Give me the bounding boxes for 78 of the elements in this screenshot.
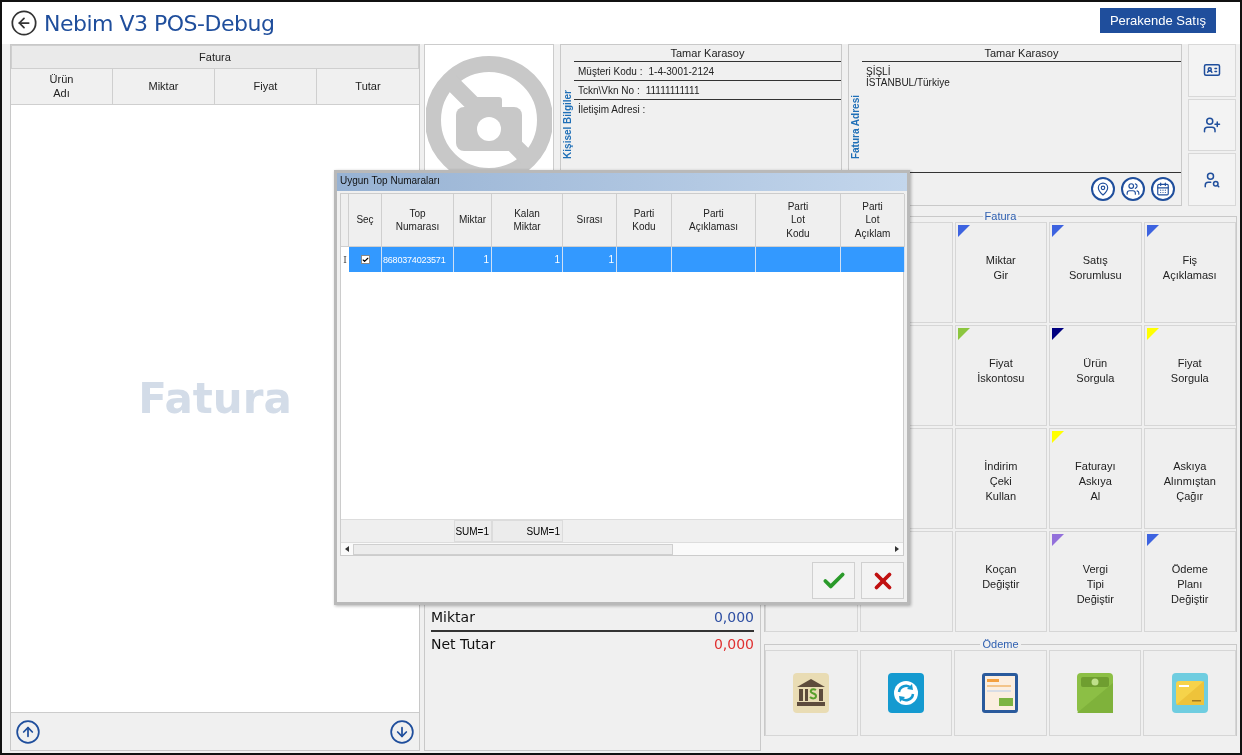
total-label: Miktar	[431, 609, 475, 625]
window-title: Nebim V3 POS-Debug	[44, 10, 276, 36]
column-header: Sırası	[563, 194, 617, 247]
scroll-down-icon[interactable]	[389, 718, 415, 745]
column-header: Kalan Miktar	[492, 194, 563, 247]
scroll-up-icon[interactable]	[15, 718, 41, 745]
column-header: Seç	[349, 194, 382, 247]
table-cell	[841, 247, 905, 272]
address-line: ŞİŞLİ	[865, 66, 891, 77]
scroll-left-icon[interactable]	[345, 546, 349, 552]
mode-button[interactable]: Perakende Satış	[1099, 7, 1216, 33]
action-button[interactable]: Fiş Açıklaması	[1143, 222, 1236, 323]
action-button[interactable]: Satış Sorumlusu	[1049, 222, 1142, 323]
column-header: Miktar	[113, 69, 215, 104]
payment-button[interactable]	[954, 650, 1047, 736]
contact-card-icon[interactable]	[1188, 44, 1236, 97]
column-header: Top Numarası	[382, 194, 454, 247]
total-value: 0,000	[713, 609, 754, 625]
action-button[interactable]: Faturayı Askıya Al	[1049, 428, 1142, 529]
column-header: Parti Lot Kodu	[756, 194, 841, 247]
column-header: Parti Açıklaması	[672, 194, 756, 247]
section-label: Kişisel Bilgiler	[561, 90, 574, 159]
address-line: İSTANBUL/Türkiye	[865, 77, 951, 88]
dialog-title: Uygun Top Numaraları	[337, 173, 907, 191]
bank-icon	[793, 673, 830, 713]
back-icon[interactable]	[10, 9, 38, 37]
cancel-button[interactable]	[861, 562, 904, 599]
field-value: 11111111111	[645, 85, 700, 96]
search-user-icon[interactable]	[1188, 153, 1236, 206]
field-label: Tckn\Vkn No :	[578, 85, 640, 96]
voucher-icon	[1171, 673, 1208, 713]
table-title: Fatura	[11, 45, 419, 69]
scrollbar[interactable]	[341, 542, 903, 555]
users-icon[interactable]	[1121, 177, 1145, 201]
column-header: Fiyat	[215, 69, 317, 104]
scroll-right-icon[interactable]	[895, 546, 899, 552]
table-cell: 1	[563, 247, 617, 272]
summary-cell: SUM=1	[454, 520, 492, 542]
total-value: 0,000	[713, 636, 754, 652]
customer-name: Tamar Karasoy	[574, 45, 841, 62]
confirm-button[interactable]	[812, 562, 855, 599]
column-header: Ürün Adı	[11, 69, 113, 104]
total-label: Net Tutar	[431, 636, 496, 652]
scrollbar-thumb[interactable]	[353, 543, 673, 555]
table-cell: 1	[492, 247, 563, 272]
action-button[interactable]: Koçan Değiştir	[954, 531, 1048, 632]
action-button[interactable]: Askıya Alınmıştan Çağır	[1143, 428, 1236, 529]
exchange-icon	[887, 673, 924, 713]
action-button[interactable]: Vergi Tipi Değiştir	[1049, 531, 1142, 632]
customer-name: Tamar Karasoy	[862, 45, 1181, 62]
group-title: Fatura	[983, 210, 1018, 222]
column-header: Tutar	[354, 78, 382, 94]
action-button[interactable]: Ödeme Planı Değiştir	[1143, 531, 1236, 632]
section-label: Fatura Adresi	[849, 94, 862, 159]
field-value: 1-4-3001-2124	[648, 66, 715, 77]
cash-icon	[1077, 673, 1114, 713]
column-header: Miktar	[454, 194, 492, 247]
group-title: Ödeme	[981, 638, 1020, 650]
calendar-icon[interactable]	[1151, 177, 1175, 201]
action-button[interactable]: Fiyat Sorgula	[1143, 325, 1236, 426]
checkbox[interactable]	[360, 255, 370, 264]
action-button[interactable]: Fiyat İskontosu	[954, 325, 1048, 426]
notes-icon	[982, 673, 1019, 713]
summary-cell: SUM=1	[492, 520, 563, 542]
table-cell: 8680374023571	[382, 247, 454, 272]
add-user-icon[interactable]	[1188, 98, 1236, 152]
payment-button[interactable]	[859, 650, 953, 736]
column-header: Parti Kodu	[617, 194, 672, 247]
action-button[interactable]: Ürün Sorgula	[1049, 325, 1142, 426]
payment-button[interactable]	[765, 650, 858, 736]
table-cell: 1	[454, 247, 492, 272]
field-label: İletişim Adresi :	[578, 104, 646, 115]
action-button[interactable]: Miktar Gir	[954, 222, 1048, 323]
location-icon[interactable]	[1091, 177, 1115, 201]
column-header: Parti Lot Açıklam	[841, 194, 905, 247]
field-label: Müşteri Kodu :	[578, 66, 643, 77]
table-cell	[617, 247, 672, 272]
action-button[interactable]: İndirim Çeki Kullan	[954, 428, 1048, 529]
